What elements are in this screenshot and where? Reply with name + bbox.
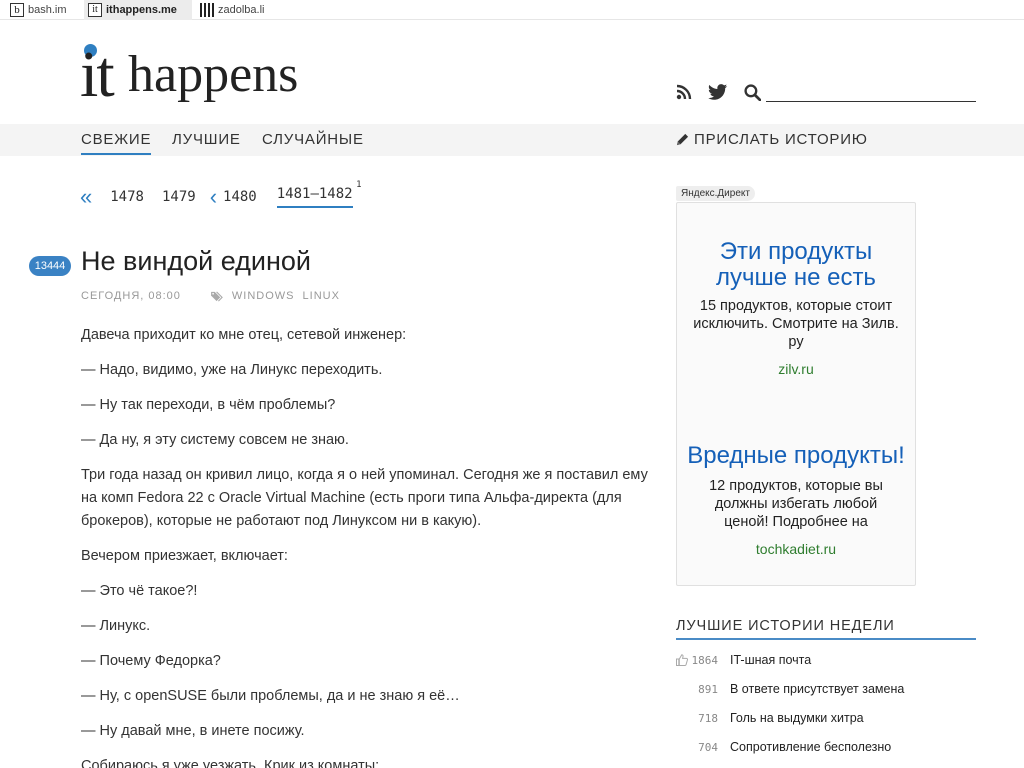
rss-icon[interactable] bbox=[674, 82, 694, 102]
ad-item[interactable]: Эти продукты лучше не есть 15 продуктов,… bbox=[677, 239, 915, 378]
story-paragraph: — Надо, видимо, уже на Линукс переходить… bbox=[81, 362, 383, 378]
story-body: Давеча приходит ко мне отец, сетевой инж… bbox=[81, 324, 651, 768]
nav-fresh[interactable]: СВЕЖИЕ bbox=[81, 131, 152, 155]
nav-best[interactable]: ЛУЧШИЕ bbox=[172, 131, 241, 148]
site-logo[interactable]: it happens bbox=[80, 38, 340, 111]
nav-random[interactable]: СЛУЧАЙНЫЕ bbox=[262, 131, 364, 148]
ad-label[interactable]: Яндекс.Директ bbox=[676, 186, 755, 201]
best-story-count: 718 bbox=[698, 711, 718, 725]
ad-url[interactable]: zilv.ru bbox=[677, 361, 915, 377]
search-icon[interactable] bbox=[742, 82, 762, 102]
first-page-arrow-icon[interactable]: « bbox=[80, 186, 92, 208]
thumbs-up-icon bbox=[676, 654, 688, 666]
best-story-row[interactable]: 1864 IT-шная почта bbox=[676, 650, 976, 670]
current-page: 1481–1482 1 bbox=[276, 180, 362, 208]
current-page-label: 1481–1482 bbox=[276, 186, 353, 202]
story-paragraph: — Линукс. bbox=[81, 618, 151, 634]
best-story-row[interactable]: 718 Голь на выдумки хитра bbox=[676, 708, 976, 728]
bash-logo-icon: b bbox=[10, 3, 24, 17]
story-tag[interactable]: LINUX bbox=[303, 290, 340, 302]
ad-title[interactable]: Эти продукты лучше не есть bbox=[677, 239, 915, 291]
story-paragraph: — Да ну, я эту систему совсем не знаю. bbox=[81, 432, 349, 448]
best-story-title[interactable]: IT-шная почта bbox=[730, 653, 811, 667]
story-title[interactable]: Не виндой единой bbox=[81, 246, 311, 277]
site-tab-bash[interactable]: b bash.im bbox=[10, 0, 76, 20]
best-stories-heading: ЛУЧШИЕ ИСТОРИИ НЕДЕЛИ bbox=[676, 618, 976, 640]
story-paragraph: Давеча приходит ко мне отец, сетевой инж… bbox=[81, 327, 407, 343]
search-input[interactable] bbox=[766, 82, 976, 102]
submit-story-link[interactable]: ПРИСЛАТЬ ИСТОРИЮ bbox=[676, 131, 868, 148]
twitter-icon[interactable] bbox=[708, 82, 728, 102]
ithappens-logo-icon: it bbox=[88, 3, 102, 17]
site-tab-ithappens[interactable]: it ithappens.me bbox=[84, 0, 192, 20]
best-story-count: 704 bbox=[698, 740, 718, 754]
ad-description: 12 продуктов, которые вы должны избегать… bbox=[709, 478, 883, 530]
page-link[interactable]: 1478 bbox=[110, 189, 144, 205]
header-icons bbox=[674, 82, 776, 102]
page-link[interactable]: 1480 bbox=[223, 189, 257, 205]
ad-url[interactable]: tochkadiet.ru bbox=[677, 541, 915, 557]
story-date: СЕГОДНЯ, 08:00 bbox=[81, 290, 181, 302]
current-page-count: 1 bbox=[356, 180, 362, 190]
logo-happens: happens bbox=[128, 46, 299, 103]
ad-description: 15 продуктов, которые стоит исключить. С… bbox=[693, 298, 899, 350]
story-paragraph: — Это чё такое?! bbox=[81, 583, 198, 599]
site-name: ithappens.me bbox=[106, 4, 177, 16]
story-paragraph: — Ну так переходи, в чём проблемы? bbox=[81, 397, 336, 413]
best-story-title[interactable]: Сопротивление бесполезно bbox=[730, 740, 891, 754]
pagination: « 1478 1479 ‹ 1480 1481–1482 1 bbox=[80, 180, 362, 208]
best-story-row[interactable]: 704 Сопротивление бесполезно bbox=[676, 737, 976, 757]
site-tab-zadolba[interactable]: zadolba.li bbox=[200, 0, 272, 20]
page-link[interactable]: 1479 bbox=[162, 189, 196, 205]
story-number-badge[interactable]: 13444 bbox=[29, 256, 71, 276]
site-name: zadolba.li bbox=[218, 4, 265, 16]
story-meta: СЕГОДНЯ, 08:00 WINDOWS LINUX bbox=[81, 290, 340, 302]
pencil-icon bbox=[676, 133, 689, 146]
tags-icon bbox=[211, 291, 223, 301]
site-name: bash.im bbox=[28, 4, 67, 16]
zadolba-logo-icon bbox=[200, 3, 214, 17]
best-story-row[interactable]: 891 В ответе присутствует замена bbox=[676, 679, 976, 699]
story-paragraph: — Почему Федорка? bbox=[81, 653, 221, 669]
best-story-title[interactable]: Голь на выдумки хитра bbox=[730, 711, 864, 725]
prev-page-arrow-icon[interactable]: ‹ bbox=[210, 186, 217, 208]
ad-title[interactable]: Вредные продукты! bbox=[677, 443, 915, 469]
story-tag[interactable]: WINDOWS bbox=[232, 290, 295, 302]
sites-bar: b bash.im it ithappens.me zadolba.li bbox=[0, 0, 1024, 20]
story-paragraph: Три года назад он кривил лицо, когда я о… bbox=[81, 467, 648, 529]
main-nav: СВЕЖИЕ ЛУЧШИЕ СЛУЧАЙНЫЕ ПРИСЛАТЬ ИСТОРИЮ bbox=[0, 124, 1024, 156]
story-paragraph: — Ну, с openSUSE были проблемы, да и не … bbox=[81, 688, 460, 704]
logo-it: it bbox=[80, 38, 115, 111]
story-paragraph: Вечером приезжает, включает: bbox=[81, 548, 288, 564]
best-story-count: 891 bbox=[698, 682, 718, 696]
story-paragraph: Собираюсь я уже уезжать. Крик из комнаты… bbox=[81, 758, 380, 768]
submit-story-label: ПРИСЛАТЬ ИСТОРИЮ bbox=[694, 131, 868, 148]
ad-block: Эти продукты лучше не есть 15 продуктов,… bbox=[676, 202, 916, 586]
best-story-title[interactable]: В ответе присутствует замена bbox=[730, 682, 904, 696]
ad-item[interactable]: Вредные продукты! 12 продуктов, которые … bbox=[677, 443, 915, 558]
story-paragraph: — Ну давай мне, в инете посижу. bbox=[81, 723, 305, 739]
